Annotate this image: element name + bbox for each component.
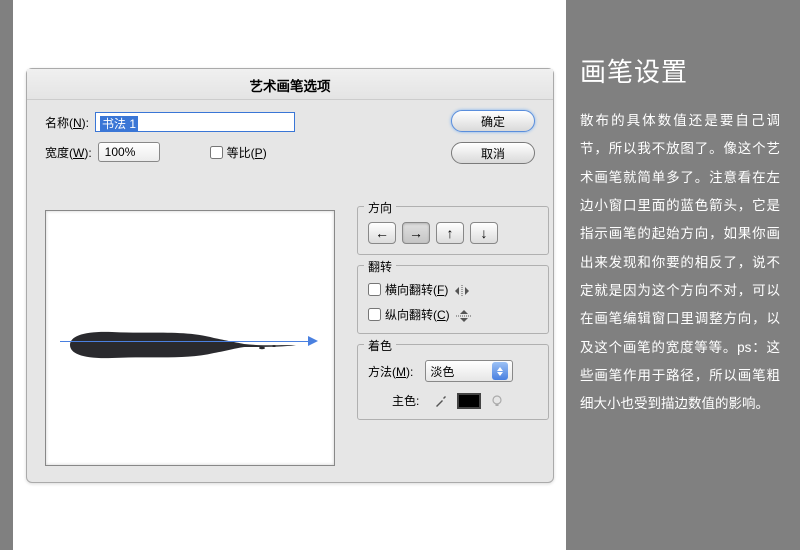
flip-horizontal-icon <box>452 284 472 296</box>
direction-down-button[interactable]: ↓ <box>470 222 498 244</box>
sidebar-title: 画笔设置 <box>580 52 780 89</box>
art-brush-options-dialog: 艺术画笔选项 确定 取消 名称(N): 书法 1 宽度(W): 100% <box>26 68 554 483</box>
sidebar-body: 散布的具体数值还是要自己调节，所以我不放图了。像这个艺术画笔就简单多了。注意看在… <box>580 107 780 419</box>
name-input[interactable]: 书法 1 <box>95 112 295 132</box>
proportional-checkbox[interactable]: 等比(P) <box>210 144 267 161</box>
dialog-title: 艺术画笔选项 <box>27 69 553 100</box>
key-color-swatch[interactable] <box>457 393 481 409</box>
direction-right-button[interactable]: → <box>402 222 430 244</box>
ok-button[interactable]: 确定 <box>451 110 535 132</box>
flip-vertical-icon <box>454 309 474 321</box>
cancel-button[interactable]: 取消 <box>451 142 535 164</box>
direction-left-button[interactable]: ← <box>368 222 396 244</box>
method-select[interactable]: 淡色 <box>425 360 513 382</box>
direction-up-button[interactable]: ↑ <box>436 222 464 244</box>
name-label: 名称(N): <box>45 114 89 131</box>
width-input[interactable]: 100% <box>98 142 160 162</box>
direction-arrow-head <box>308 336 318 346</box>
keycolor-label: 主色: <box>392 392 419 409</box>
tips-icon[interactable] <box>489 393 505 409</box>
select-stepper-icon <box>492 362 508 380</box>
brush-stroke-shape <box>64 327 302 363</box>
direction-group: 方向 ← → ↑ ↓ <box>357 206 549 255</box>
eyedropper-icon[interactable] <box>433 393 449 409</box>
info-sidebar: 画笔设置 散布的具体数值还是要自己调节，所以我不放图了。像这个艺术画笔就简单多了… <box>580 52 780 419</box>
flip-group: 翻转 横向翻转(F) 纵向翻转(C) <box>357 265 549 334</box>
direction-arrow <box>60 341 312 342</box>
width-label: 宽度(W): <box>45 144 92 161</box>
flip-horizontal-checkbox[interactable]: 横向翻转(F) <box>368 281 538 298</box>
method-label: 方法(M): <box>368 363 413 380</box>
brush-preview <box>45 210 335 466</box>
proportional-checkbox-box[interactable] <box>210 146 223 159</box>
flip-vertical-checkbox[interactable]: 纵向翻转(C) <box>368 306 538 323</box>
colorization-group: 着色 方法(M): 淡色 主色: <box>357 344 549 420</box>
